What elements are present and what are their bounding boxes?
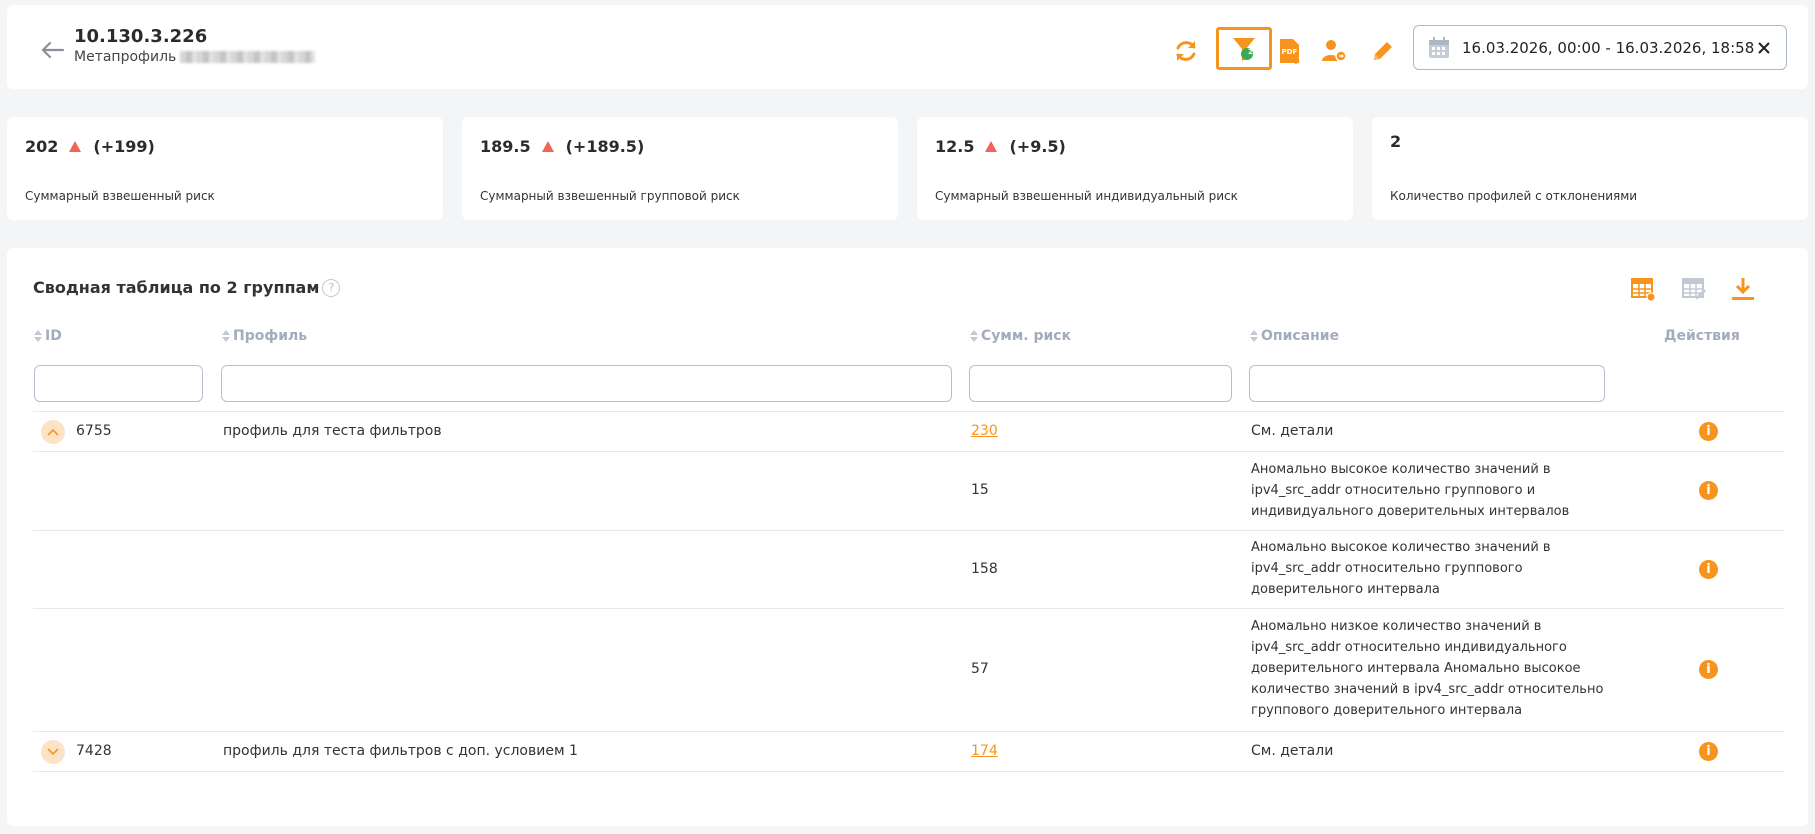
column-header-id-label: ID [45, 328, 62, 344]
svg-text:PDF: PDF [1282, 48, 1298, 56]
info-icon[interactable]: i [1699, 560, 1718, 579]
up-triangle-icon [69, 141, 82, 152]
cell-id: 7428 [76, 743, 112, 759]
funnel-icon [1233, 37, 1255, 61]
column-header-profile[interactable]: Профиль [222, 328, 307, 344]
filter-input-profile[interactable] [221, 365, 952, 402]
up-triangle-icon [985, 141, 998, 152]
table-row: 6755 профиль для теста фильтров 230 См. … [33, 411, 1784, 451]
table-row: 15 Аномально высокое количество значений… [33, 451, 1784, 530]
user-share-icon[interactable] [1316, 33, 1352, 69]
metric-card-total-risk: 202 (+199) Суммарный взвешенный риск [7, 117, 443, 220]
redacted-name [180, 51, 316, 63]
cell-description: Аномально высокое количество значений в … [1251, 540, 1551, 597]
cell-description: См. детали [1251, 743, 1334, 759]
metric-label: Суммарный взвешенный индивидуальный риск [935, 189, 1238, 203]
column-header-risk[interactable]: Сумм. риск [970, 328, 1071, 344]
summary-table-card: Сводная таблица по 2 группам ? ID Профил… [7, 248, 1808, 826]
sort-icon [34, 330, 42, 342]
expand-chevron-icon[interactable] [41, 740, 65, 764]
filter-button[interactable]: 2 [1216, 27, 1272, 70]
help-icon[interactable]: ? [322, 278, 341, 297]
download-icon[interactable] [1728, 274, 1758, 304]
edit-pencil-icon[interactable] [1365, 33, 1401, 69]
table-row: 57 Аномально низкое количество значений … [33, 608, 1784, 731]
metric-label: Суммарный взвешенный риск [25, 189, 215, 203]
metric-value: 12.5 [935, 137, 975, 156]
clear-date-icon[interactable] [1752, 36, 1776, 60]
table-edit-icon[interactable] [1679, 274, 1709, 304]
column-header-risk-label: Сумм. риск [981, 328, 1072, 344]
refresh-icon[interactable] [1168, 33, 1204, 69]
table-title: Сводная таблица по 2 группам ? [33, 278, 341, 297]
filter-input-id[interactable] [34, 365, 203, 402]
metric-card-individual-risk: 12.5 (+9.5) Суммарный взвешенный индивид… [917, 117, 1353, 220]
cell-risk-link[interactable]: 174 [971, 741, 998, 762]
cell-risk: 57 [971, 661, 989, 677]
info-icon[interactable]: i [1699, 660, 1718, 679]
table-row: 158 Аномально высокое количество значени… [33, 530, 1784, 608]
column-header-description[interactable]: Описание [1250, 328, 1339, 344]
column-header-actions-label: Действия [1664, 328, 1740, 344]
column-header-description-label: Описание [1261, 328, 1340, 344]
cell-risk-link[interactable]: 230 [971, 421, 998, 442]
metric-delta: (+189.5) [565, 137, 645, 156]
metric-value: 202 [25, 137, 59, 156]
date-range-text: 16.03.2026, 00:00 - 16.03.2026, 18:58 [1462, 38, 1755, 57]
cell-risk: 15 [971, 482, 989, 498]
filter-count-badge: 2 [1248, 48, 1253, 56]
page-title: 10.130.3.226 [74, 26, 208, 47]
metric-value-row: 2 [1390, 132, 1401, 151]
sort-icon [970, 330, 978, 342]
up-triangle-icon [541, 141, 554, 152]
metric-card-profiles-count: 2 Количество профилей с отклонениями [1372, 117, 1808, 220]
column-header-id[interactable]: ID [34, 328, 62, 344]
table-title-text: Сводная таблица по 2 группам [33, 278, 320, 297]
column-header-profile-label: Профиль [233, 328, 308, 344]
info-icon[interactable]: i [1699, 422, 1718, 441]
filter-input-risk[interactable] [969, 365, 1232, 402]
sort-icon [1250, 330, 1258, 342]
column-header-actions: Действия [1664, 328, 1740, 344]
cell-risk: 158 [971, 561, 998, 577]
pdf-export-icon[interactable]: PDF [1272, 33, 1308, 69]
subtitle-prefix: Метапрофиль [74, 49, 177, 65]
table-row: 7428 профиль для теста фильтров с доп. у… [33, 731, 1784, 772]
table-settings-icon[interactable] [1628, 274, 1658, 304]
info-icon[interactable]: i [1699, 742, 1718, 761]
filter-input-description[interactable] [1249, 365, 1605, 402]
metric-value-row: 12.5 (+9.5) [935, 137, 1066, 156]
page-header: 10.130.3.226 Метапрофиль 2 PDF 16.03.202… [7, 5, 1808, 89]
metric-value: 189.5 [480, 137, 531, 156]
calendar-icon [1429, 36, 1449, 58]
metric-value-row: 189.5 (+189.5) [480, 137, 644, 156]
cell-profile: профиль для теста фильтров [223, 423, 442, 439]
cell-description: Аномально высокое количество значений в … [1251, 462, 1570, 519]
metric-delta: (+199) [93, 137, 155, 156]
collapse-chevron-icon[interactable] [41, 420, 65, 444]
cell-profile: профиль для теста фильтров с доп. услови… [223, 743, 578, 759]
sort-icon [222, 330, 230, 342]
metric-delta: (+9.5) [1009, 137, 1066, 156]
metric-value-row: 202 (+199) [25, 137, 155, 156]
info-icon[interactable]: i [1699, 481, 1718, 500]
cell-id: 6755 [76, 423, 112, 439]
metric-card-group-risk: 189.5 (+189.5) Суммарный взвешенный груп… [462, 117, 898, 220]
page-subtitle: Метапрофиль [74, 49, 316, 65]
metric-label: Количество профилей с отклонениями [1390, 189, 1638, 203]
metric-value: 2 [1390, 132, 1402, 151]
metric-label: Суммарный взвешенный групповой риск [480, 189, 740, 203]
back-arrow-icon[interactable] [37, 35, 67, 65]
date-range-picker[interactable]: 16.03.2026, 00:00 - 16.03.2026, 18:58 [1413, 25, 1787, 70]
cell-description: Аномально низкое количество значений в i… [1251, 619, 1604, 718]
cell-description: См. детали [1251, 423, 1334, 439]
